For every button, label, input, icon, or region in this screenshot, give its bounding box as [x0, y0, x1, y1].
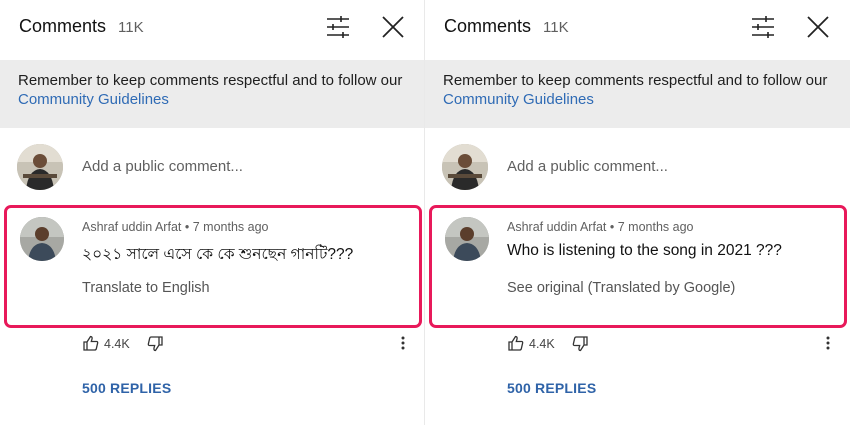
comment-time: 7 months ago: [617, 220, 694, 234]
thumbs-down-icon[interactable]: [146, 335, 164, 353]
like-count: 4.4K: [529, 337, 555, 351]
meta-separator: •: [184, 220, 190, 234]
add-comment-row: Add a public comment...: [425, 140, 850, 196]
like-count: 4.4K: [104, 337, 130, 351]
commenter-avatar[interactable]: [445, 217, 489, 261]
sliders-icon[interactable]: [749, 14, 777, 40]
close-icon[interactable]: [805, 13, 831, 41]
add-comment-input[interactable]: Add a public comment...: [82, 158, 243, 175]
see-original-link[interactable]: See original (Translated by Google): [507, 280, 735, 296]
user-avatar: [17, 144, 63, 190]
thumbs-up-icon[interactable]: [82, 334, 100, 352]
comments-header: Comments 11K: [0, 0, 425, 54]
notice-text: Remember to keep comments respectful and…: [443, 72, 828, 89]
comment-author[interactable]: Ashraf uddin Arfat: [82, 220, 181, 234]
comment-time: 7 months ago: [192, 220, 269, 234]
commenter-avatar[interactable]: [20, 217, 64, 261]
comments-header: Comments 11K: [425, 0, 850, 54]
community-notice: Remember to keep comments respectful and…: [0, 60, 425, 128]
thumbs-down-icon[interactable]: [571, 335, 589, 353]
comments-count: 11K: [118, 19, 144, 36]
user-avatar: [442, 144, 488, 190]
thumbs-up-icon[interactable]: [507, 334, 525, 352]
replies-button[interactable]: 500 REPLIES: [82, 380, 171, 396]
replies-button[interactable]: 500 REPLIES: [507, 380, 596, 396]
comments-count: 11K: [543, 19, 569, 36]
community-guidelines-link[interactable]: Community Guidelines: [443, 91, 594, 108]
comments-title: Comments: [444, 16, 532, 36]
comments-title: Comments: [19, 16, 107, 36]
translate-link[interactable]: Translate to English: [82, 280, 210, 296]
sliders-icon[interactable]: [324, 14, 352, 40]
comments-panel-original: Comments 11K Remember to keep comments r…: [0, 0, 425, 425]
meta-separator: •: [609, 220, 615, 234]
comment-author[interactable]: Ashraf uddin Arfat: [507, 220, 606, 234]
comment-text: Who is listening to the song in 2021 ???: [507, 242, 782, 259]
comment-text: ২০২১ সালে এসে কে কে শুনছেন গানটি???: [82, 246, 354, 263]
community-guidelines-link[interactable]: Community Guidelines: [18, 91, 169, 108]
comments-panel-translated: Comments 11K Remember to keep comments r…: [425, 0, 850, 425]
add-comment-input[interactable]: Add a public comment...: [507, 158, 668, 175]
more-vert-icon[interactable]: [823, 334, 833, 352]
add-comment-row: Add a public comment...: [0, 140, 425, 196]
more-vert-icon[interactable]: [398, 334, 408, 352]
comment-meta: Ashraf uddin Arfat • 7 months ago: [82, 220, 268, 234]
comment-meta: Ashraf uddin Arfat • 7 months ago: [507, 220, 693, 234]
close-icon[interactable]: [380, 13, 406, 41]
community-notice: Remember to keep comments respectful and…: [425, 60, 850, 128]
notice-text: Remember to keep comments respectful and…: [18, 72, 403, 89]
